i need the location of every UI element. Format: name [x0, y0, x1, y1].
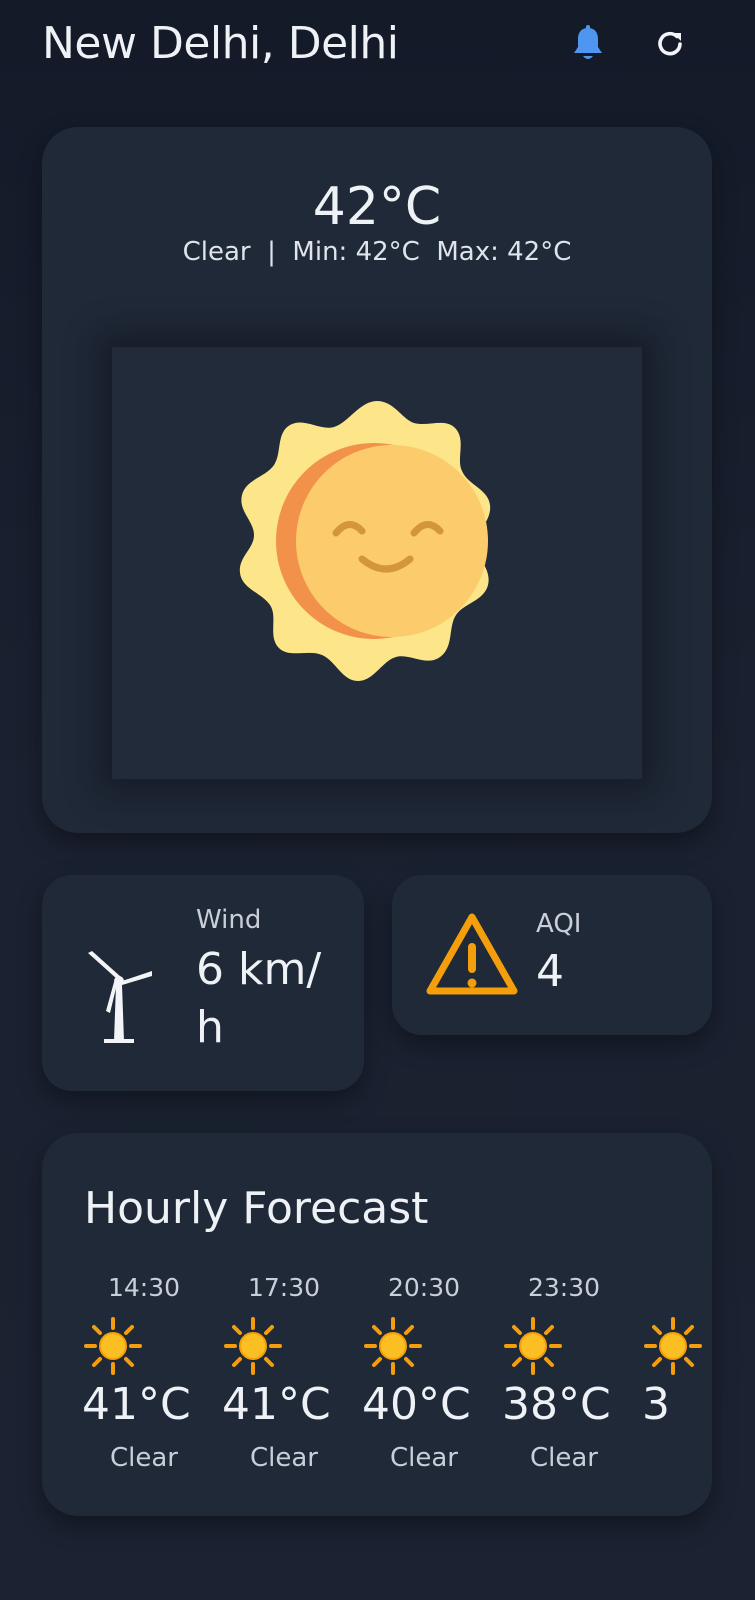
hour-temperature: 41°C	[84, 1379, 191, 1430]
hour-temperature: 38°C	[502, 1379, 611, 1430]
hourly-item: 23:30 38°C Clear	[502, 1273, 624, 1473]
wind-label: Wind	[196, 905, 262, 935]
refresh-button[interactable]	[648, 22, 692, 66]
hourly-item: 3	[642, 1273, 712, 1473]
aqi-card: AQI 4	[392, 875, 712, 1035]
sun-icon	[84, 1317, 142, 1375]
hour-condition: Clear	[530, 1443, 598, 1473]
current-weather-card: 42°C Clear | Min: 42°C Max: 42°C	[42, 127, 712, 833]
sun-icon	[644, 1317, 702, 1375]
current-temperature: 42°C	[312, 177, 442, 237]
hour-temperature: 3	[642, 1379, 670, 1430]
wind-value: 6 km/ h	[196, 944, 322, 1053]
notifications-button[interactable]	[566, 22, 610, 66]
hour-time: 17:30	[247, 1273, 321, 1302]
sun-icon	[504, 1317, 562, 1375]
city-name: New Delhi, Delhi	[42, 18, 399, 69]
hourly-forecast-card: Hourly Forecast 14:30 41°C Clear 17:30 4…	[42, 1133, 712, 1516]
warning-icon	[426, 913, 518, 995]
bell-icon	[574, 25, 602, 59]
weather-illustration	[112, 347, 642, 779]
sun-icon	[364, 1317, 422, 1375]
sun-icon	[224, 1317, 282, 1375]
wind-turbine-icon	[88, 951, 152, 1043]
hour-time: 23:30	[527, 1273, 601, 1302]
hour-condition: Clear	[390, 1443, 458, 1473]
header: New Delhi, Delhi	[0, 0, 755, 95]
aqi-value: 4	[536, 946, 564, 997]
aqi-label: AQI	[536, 909, 582, 939]
hour-time: 20:30	[387, 1273, 461, 1302]
refresh-icon	[658, 31, 682, 56]
hourly-item: 17:30 41°C Clear	[222, 1273, 344, 1473]
hour-temperature: 41°C	[222, 1379, 331, 1430]
hour-temperature: 40°C	[362, 1379, 471, 1430]
hourly-item: 20:30 40°C Clear	[362, 1273, 484, 1473]
hourly-forecast-list[interactable]: 14:30 41°C Clear 17:30 41°C Clear 20:30 …	[84, 1273, 712, 1473]
hour-condition: Clear	[110, 1443, 178, 1473]
hourly-item: 14:30 41°C Clear	[84, 1273, 204, 1473]
smiling-sun-icon	[239, 401, 491, 681]
hourly-forecast-title: Hourly Forecast	[84, 1183, 429, 1234]
hour-condition: Clear	[250, 1443, 318, 1473]
current-summary: Clear | Min: 42°C Max: 42°C	[182, 237, 572, 267]
wind-card: Wind 6 km/ h	[42, 875, 364, 1091]
weather-app: New Delhi, Delhi 42°C Clear | Min: 42°C …	[0, 0, 755, 1600]
hour-time: 14:30	[107, 1273, 181, 1302]
